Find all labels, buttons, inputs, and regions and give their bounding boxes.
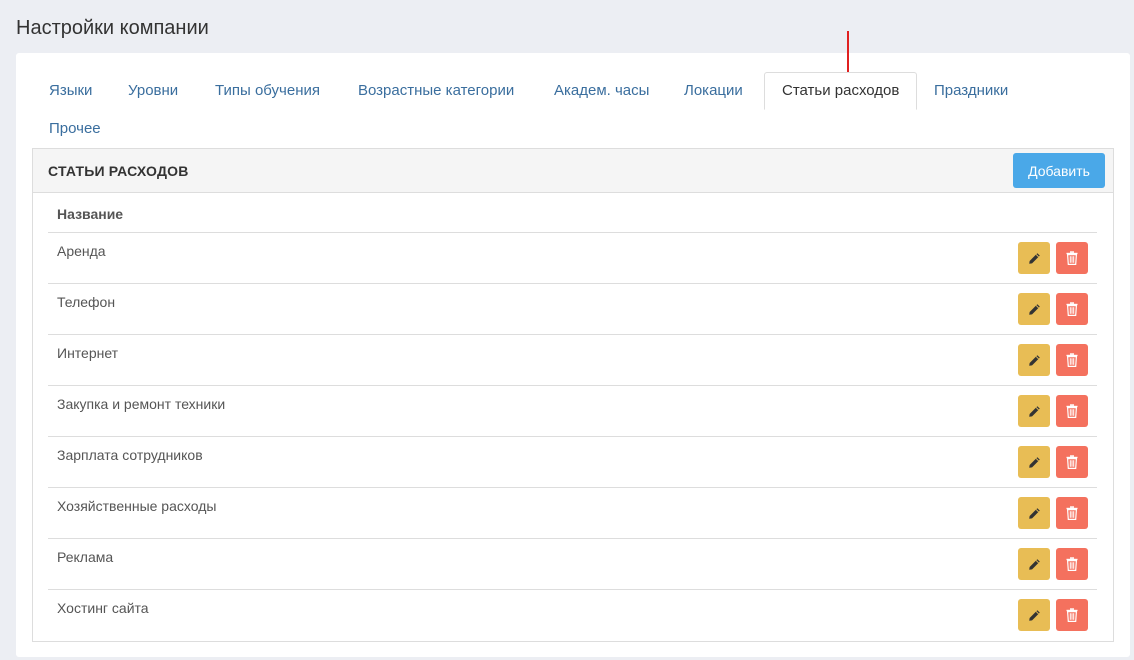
tab-other[interactable]: Прочее xyxy=(32,110,118,148)
tab-academic-hours[interactable]: Академ. часы xyxy=(537,72,666,110)
panel-title: СТАТЬИ РАСХОДОВ xyxy=(48,163,189,179)
trash-icon xyxy=(1066,302,1078,316)
edit-button[interactable] xyxy=(1018,599,1050,631)
column-header-name: Название xyxy=(48,193,1097,233)
pencil-icon xyxy=(1028,507,1040,519)
delete-button[interactable] xyxy=(1056,242,1088,274)
page-title: Настройки компании xyxy=(16,17,209,39)
trash-icon xyxy=(1066,455,1078,469)
expense-items-panel: СТАТЬИ РАСХОДОВ Добавить Название Аренда xyxy=(32,148,1114,642)
pencil-icon xyxy=(1028,558,1040,570)
expense-items-table: Название Аренда Телефон Интернет Закупка… xyxy=(48,193,1097,641)
row-name: Телефон xyxy=(57,294,116,310)
add-button[interactable]: Добавить xyxy=(1013,153,1105,188)
tab-languages[interactable]: Языки xyxy=(32,72,109,110)
tab-bar: Языки Уровни Типы обучения Возрастные ка… xyxy=(32,31,1122,148)
delete-button[interactable] xyxy=(1056,497,1088,529)
delete-button[interactable] xyxy=(1056,395,1088,427)
table-body: Аренда Телефон Интернет Закупка и ремонт… xyxy=(48,233,1097,641)
tab-locations[interactable]: Локации xyxy=(667,72,760,110)
row-name: Закупка и ремонт техники xyxy=(57,396,226,412)
tab-levels[interactable]: Уровни xyxy=(111,72,195,110)
edit-button[interactable] xyxy=(1018,293,1050,325)
delete-button[interactable] xyxy=(1056,344,1088,376)
table-row: Телефон xyxy=(48,284,1097,335)
tab-expense-items[interactable]: Статьи расходов xyxy=(764,72,918,110)
row-name: Хозяйственные расходы xyxy=(57,498,217,514)
trash-icon xyxy=(1066,251,1078,265)
table-row: Реклама xyxy=(48,539,1097,590)
panel-header: СТАТЬИ РАСХОДОВ Добавить xyxy=(33,149,1113,193)
pencil-icon xyxy=(1028,252,1040,264)
trash-icon xyxy=(1066,353,1078,367)
tab-age-categories[interactable]: Возрастные категории xyxy=(341,72,531,110)
row-name: Аренда xyxy=(57,243,106,259)
table-row: Зарплата сотрудников xyxy=(48,437,1097,488)
edit-button[interactable] xyxy=(1018,548,1050,580)
delete-button[interactable] xyxy=(1056,446,1088,478)
edit-button[interactable] xyxy=(1018,395,1050,427)
table-row: Закупка и ремонт техники xyxy=(48,386,1097,437)
row-name: Интернет xyxy=(57,345,119,361)
tab-holidays[interactable]: Праздники xyxy=(917,72,1025,110)
trash-icon xyxy=(1066,506,1078,520)
edit-button[interactable] xyxy=(1018,497,1050,529)
edit-button[interactable] xyxy=(1018,446,1050,478)
pencil-icon xyxy=(1028,405,1040,417)
delete-button[interactable] xyxy=(1056,548,1088,580)
edit-button[interactable] xyxy=(1018,344,1050,376)
pencil-icon xyxy=(1028,609,1040,621)
delete-button[interactable] xyxy=(1056,599,1088,631)
trash-icon xyxy=(1066,404,1078,418)
trash-icon xyxy=(1066,557,1078,571)
table-row: Интернет xyxy=(48,335,1097,386)
table-row: Аренда xyxy=(48,233,1097,284)
row-name: Реклама xyxy=(57,549,114,565)
settings-card: Языки Уровни Типы обучения Возрастные ка… xyxy=(16,31,1130,657)
pencil-icon xyxy=(1028,354,1040,366)
row-name: Хостинг сайта xyxy=(57,600,149,616)
delete-button[interactable] xyxy=(1056,293,1088,325)
table-row: Хостинг сайта xyxy=(48,590,1097,641)
pencil-icon xyxy=(1028,456,1040,468)
edit-button[interactable] xyxy=(1018,242,1050,274)
row-name: Зарплата сотрудников xyxy=(57,447,203,463)
tab-study-types[interactable]: Типы обучения xyxy=(198,72,337,110)
trash-icon xyxy=(1066,608,1078,622)
table-row: Хозяйственные расходы xyxy=(48,488,1097,539)
pencil-icon xyxy=(1028,303,1040,315)
